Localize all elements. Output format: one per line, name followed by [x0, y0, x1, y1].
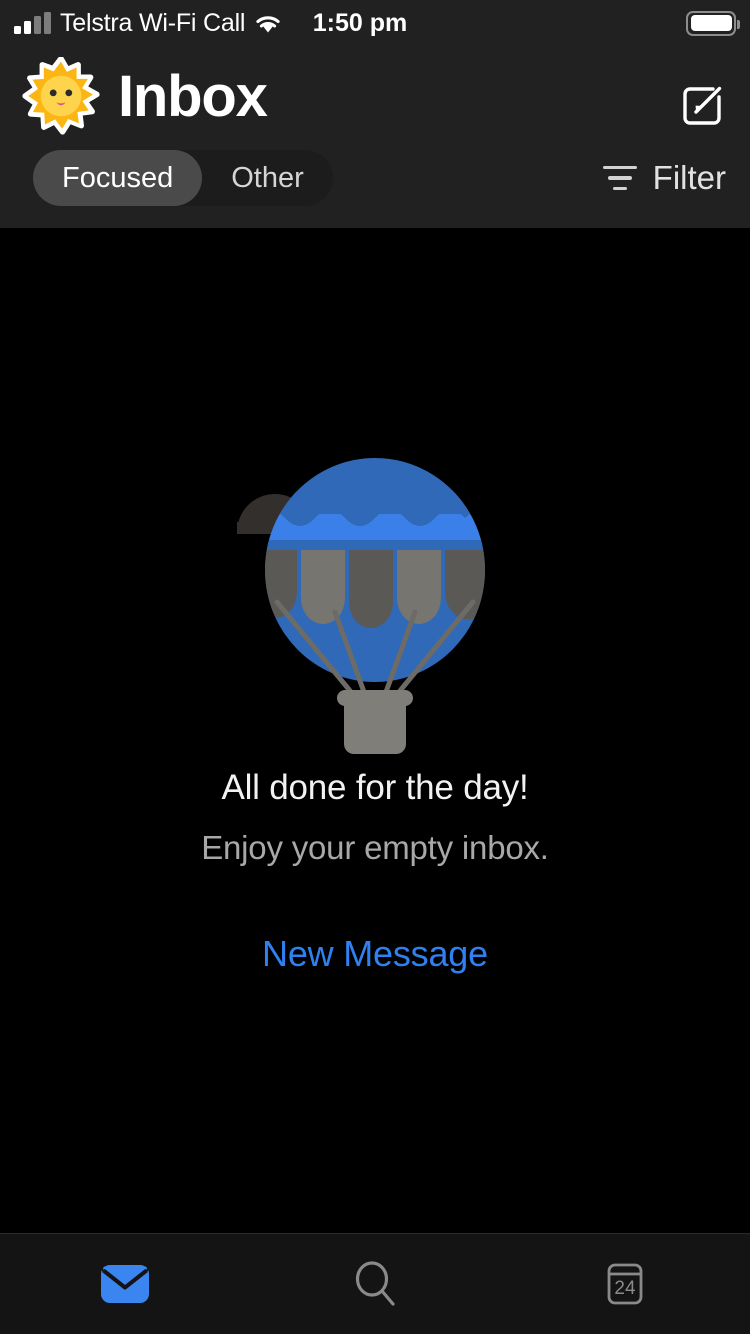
header-control-row: Focused Other Filter: [0, 144, 750, 218]
balloon-svg: [237, 458, 485, 754]
filter-lines-icon: [602, 165, 637, 191]
clock-label: 1:50 pm: [312, 8, 408, 37]
tab-calendar[interactable]: 24: [500, 1234, 750, 1334]
status-bar-right: [686, 0, 740, 46]
search-magnifier-icon: [349, 1258, 401, 1310]
status-bar-center: 1:50 pm: [0, 0, 750, 46]
tab-search[interactable]: [250, 1234, 500, 1334]
empty-state-subtitle: Enjoy your empty inbox.: [201, 829, 549, 866]
compose-button[interactable]: [676, 80, 728, 132]
new-message-link[interactable]: New Message: [0, 933, 750, 975]
battery-full-icon: [686, 10, 740, 36]
calendar-day-number: 24: [614, 1278, 636, 1299]
hot-air-balloon-illustration: [0, 422, 750, 762]
tab-other[interactable]: Other: [202, 150, 333, 206]
filter-button[interactable]: Filter: [602, 152, 726, 204]
bottom-tab-bar: 24: [0, 1233, 750, 1334]
page-title: Inbox: [118, 63, 268, 129]
tab-mail[interactable]: [0, 1234, 250, 1334]
empty-state-title: All done for the day!: [221, 768, 529, 807]
calendar-icon: 24: [599, 1258, 651, 1310]
mail-envelope-icon: [99, 1262, 151, 1306]
balloon-basket: [337, 690, 413, 754]
mail-app-screen: Telstra Wi-Fi Call 1:50 pm Inbox Focused…: [0, 0, 750, 1334]
filter-label: Filter: [652, 159, 726, 196]
inbox-header: Inbox Focused Other Filter: [0, 46, 750, 228]
sun-emoji-icon: [22, 57, 100, 135]
tab-focused[interactable]: Focused: [33, 150, 203, 206]
header-title-row: Inbox: [0, 54, 750, 138]
compose-pencil-icon: [683, 86, 722, 125]
focused-other-segmented-control[interactable]: Focused Other: [33, 150, 333, 206]
inbox-empty-state: All done for the day! Enjoy your empty i…: [0, 228, 750, 1233]
status-bar: Telstra Wi-Fi Call 1:50 pm: [0, 0, 750, 46]
